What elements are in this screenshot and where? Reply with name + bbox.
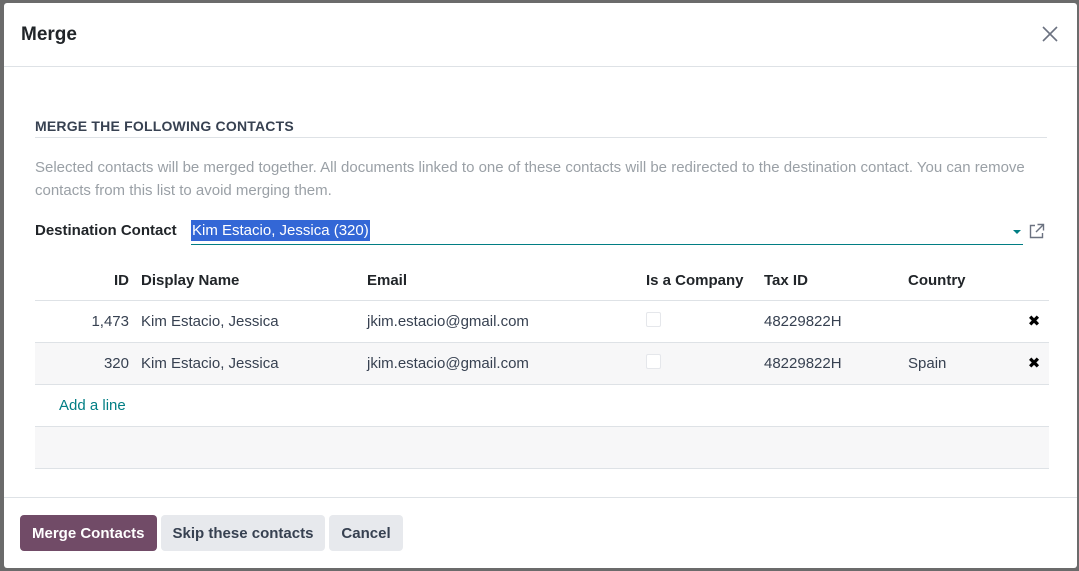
col-header-tax-id[interactable]: Tax ID [758,262,902,301]
cell-country[interactable]: Spain [902,342,1019,385]
close-icon[interactable] [1037,21,1063,47]
skip-contacts-button[interactable]: Skip these contacts [160,515,326,551]
cell-id[interactable]: 1,473 [35,300,135,343]
destination-contact-field[interactable]: Kim Estacio, Jessica (320) [191,220,1023,245]
dialog-header: Merge [4,3,1077,67]
add-line-row: Add a line [35,384,1049,427]
col-header-id[interactable]: ID [35,262,135,301]
table-row[interactable]: 320 Kim Estacio, Jessica jkim.estacio@gm… [35,342,1049,385]
col-header-display-name[interactable]: Display Name [135,262,361,301]
is-company-checkbox[interactable] [646,353,661,369]
merge-dialog: Merge MERGE THE FOLLOWING CONTACTS Selec… [4,3,1077,568]
table-row[interactable]: 1,473 Kim Estacio, Jessica jkim.estacio@… [35,300,1049,343]
caret-down-icon[interactable] [1013,230,1021,234]
cell-display-name[interactable]: Kim Estacio, Jessica [135,300,361,343]
destination-contact-value[interactable]: Kim Estacio, Jessica (320) [191,220,370,241]
cell-email[interactable]: jkim.estacio@gmail.com [361,342,640,385]
external-link-icon[interactable] [1028,223,1045,240]
destination-contact-label: Destination Contact [35,222,177,239]
col-header-email[interactable]: Email [361,262,640,301]
cell-tax-id[interactable]: 48229822H [758,342,902,385]
col-header-is-company[interactable]: Is a Company [640,262,758,301]
add-a-line-link[interactable]: Add a line [41,397,126,414]
col-header-delete [1019,262,1049,301]
delete-row-icon[interactable]: ✖ [1019,300,1049,343]
cell-is-company[interactable] [640,300,758,343]
is-company-checkbox[interactable] [646,311,661,327]
cell-is-company[interactable] [640,342,758,385]
dialog-footer: Merge Contacts Skip these contacts Cance… [4,497,1077,568]
contacts-table: ID Display Name Email Is a Company Tax I… [35,262,1049,469]
cell-display-name[interactable]: Kim Estacio, Jessica [135,342,361,385]
merge-contacts-button[interactable]: Merge Contacts [20,515,157,551]
section-title: MERGE THE FOLLOWING CONTACTS [35,118,294,134]
col-header-country[interactable]: Country [902,262,1019,301]
cell-country[interactable] [902,300,1019,343]
empty-row [35,426,1049,469]
cancel-button[interactable]: Cancel [329,515,403,551]
section-divider [35,137,1047,138]
table-header-row: ID Display Name Email Is a Company Tax I… [35,262,1049,301]
cell-id[interactable]: 320 [35,342,135,385]
help-text: Selected contacts will be merged togethe… [35,159,1025,199]
cell-email[interactable]: jkim.estacio@gmail.com [361,300,640,343]
cell-tax-id[interactable]: 48229822H [758,300,902,343]
dialog-title: Merge [21,23,77,45]
delete-row-icon[interactable]: ✖ [1019,342,1049,385]
